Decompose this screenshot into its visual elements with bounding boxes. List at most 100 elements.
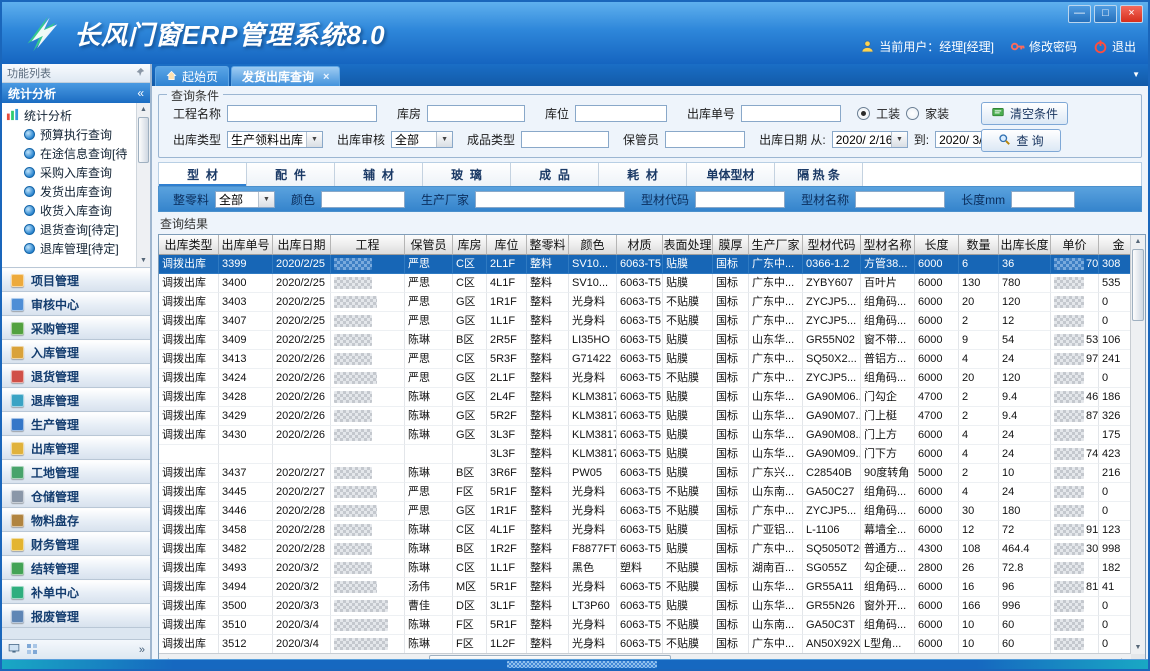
column-header[interactable]: 表面处理 bbox=[663, 235, 713, 255]
sidebar-item[interactable]: 退库管理 bbox=[2, 388, 150, 412]
length-input[interactable] bbox=[1011, 191, 1075, 208]
column-header[interactable]: 出库类型 bbox=[159, 235, 219, 255]
column-header[interactable]: 出库长度 bbox=[999, 235, 1051, 255]
column-header[interactable]: 型材名称 bbox=[861, 235, 915, 255]
sidebar-item[interactable]: 入库管理 bbox=[2, 340, 150, 364]
profile-name-input[interactable] bbox=[855, 191, 945, 208]
column-header[interactable]: 颜色 bbox=[569, 235, 617, 255]
order-no-input[interactable] bbox=[741, 105, 841, 122]
column-header[interactable]: 型材代码 bbox=[803, 235, 861, 255]
column-header[interactable]: 整零料 bbox=[527, 235, 569, 255]
table-row[interactable]: 调拨出库34002020/2/25华..原..严思C区4L1F整料SV10...… bbox=[159, 274, 1131, 293]
clear-conditions-button[interactable]: 清空条件 bbox=[981, 102, 1068, 125]
table-row[interactable]: 调拨出库34032020/2/25工..工程严思G区1R1F整料光身料6063-… bbox=[159, 293, 1131, 312]
sidebar-item[interactable]: 采购管理 bbox=[2, 316, 150, 340]
sidebar-item[interactable]: 项目管理 bbox=[2, 268, 150, 292]
material-tab[interactable]: 成 品 bbox=[511, 163, 599, 186]
column-header[interactable]: 保管员 bbox=[405, 235, 453, 255]
column-header[interactable]: 材质 bbox=[617, 235, 663, 255]
column-header[interactable]: 数量 bbox=[959, 235, 999, 255]
column-header[interactable]: 生产厂家 bbox=[749, 235, 803, 255]
table-row[interactable]: 调拨出库34582020/2/28华..原..陈琳C区4L1F整料光身料6063… bbox=[159, 521, 1131, 540]
table-row[interactable]: 调拨出库34462020/2/28工..工程严思G区1R1F整料光身料6063-… bbox=[159, 502, 1131, 521]
material-tab[interactable]: 玻 璃 bbox=[423, 163, 511, 186]
tree-item[interactable]: 预算执行查询 bbox=[6, 125, 136, 144]
audit-select[interactable]: 全部 ▼ bbox=[391, 131, 453, 148]
location-input[interactable] bbox=[575, 105, 667, 122]
tree-item[interactable]: 发货出库查询 bbox=[6, 182, 136, 201]
column-header[interactable]: 金 bbox=[1099, 235, 1131, 255]
profile-code-input[interactable] bbox=[695, 191, 785, 208]
sidebar-item[interactable]: 出库管理 bbox=[2, 436, 150, 460]
tree-item[interactable]: 采购入库查询 bbox=[6, 163, 136, 182]
table-row[interactable]: 调拨出库34132020/2/26南..厂..严思C区5R3F整料G714226… bbox=[159, 350, 1131, 369]
tab-close-icon[interactable]: × bbox=[323, 71, 329, 83]
tree-scroll-thumb[interactable] bbox=[138, 117, 149, 163]
radio-gongzhuang[interactable] bbox=[857, 107, 870, 120]
tree-item[interactable]: 在途信息查询[待 bbox=[6, 144, 136, 163]
product-type-input[interactable] bbox=[521, 131, 609, 148]
scroll-up-icon[interactable]: ▲ bbox=[137, 103, 150, 116]
sidebar-item[interactable]: 工地管理 bbox=[2, 460, 150, 484]
scroll-down-icon[interactable]: ▼ bbox=[1131, 641, 1145, 654]
tree-scrollbar[interactable]: ▲ ▼ bbox=[136, 103, 150, 267]
sidebar-item[interactable]: 生产管理 bbox=[2, 412, 150, 436]
close-button[interactable]: × bbox=[1120, 5, 1143, 23]
date-from-picker[interactable]: 2020/ 2/16 ▼ bbox=[832, 131, 908, 148]
scroll-down-icon[interactable]: ▼ bbox=[137, 254, 150, 267]
tree-root[interactable]: 统计分析 bbox=[6, 106, 136, 125]
search-button[interactable]: 查 询 bbox=[981, 129, 1061, 152]
column-header[interactable]: 工程 bbox=[331, 235, 405, 255]
minimize-button[interactable]: — bbox=[1068, 5, 1091, 23]
grid-vertical-scrollbar[interactable]: ▲ ▼ bbox=[1130, 235, 1145, 654]
table-row[interactable]: 调拨出库35102020/3/4工..共工程陈琳F区5R1F整料光身料6063-… bbox=[159, 616, 1131, 635]
column-header[interactable]: 单价 bbox=[1051, 235, 1099, 255]
column-header[interactable]: 长度 bbox=[915, 235, 959, 255]
sidebar-item[interactable]: 物料盘存 bbox=[2, 508, 150, 532]
vertical-scroll-thumb[interactable] bbox=[1132, 249, 1144, 321]
table-row[interactable]: 调拨出库34822020/2/28华..原..陈琳B区1R2F整料F8877FT… bbox=[159, 540, 1131, 559]
material-tab[interactable]: 耗 材 bbox=[599, 163, 687, 186]
maximize-button[interactable]: □ bbox=[1094, 5, 1117, 23]
color-input[interactable] bbox=[321, 191, 405, 208]
material-tab[interactable]: 隔 热 条 bbox=[775, 163, 863, 186]
keeper-input[interactable] bbox=[665, 131, 745, 148]
column-header[interactable]: 膜厚 bbox=[713, 235, 749, 255]
table-row[interactable]: 调拨出库34072020/2/25工..严思G区1L1F整料光身料6063-T5… bbox=[159, 312, 1131, 331]
table-row[interactable]: 调拨出库34372020/2/27佛..工..陈琳B区3R6F整料PW05606… bbox=[159, 464, 1131, 483]
pin-icon[interactable] bbox=[135, 67, 145, 80]
tree-item[interactable]: 退货查询[待定] bbox=[6, 220, 136, 239]
material-tab[interactable]: 型 材 bbox=[159, 163, 247, 186]
table-row[interactable]: 调拨出库34242020/2/26工..工程严思G区2L1F整料光身料6063-… bbox=[159, 369, 1131, 388]
table-row[interactable]: 调拨出库34942020/3/2石..辉城汤伟M区5R1F整料光身料6063-T… bbox=[159, 578, 1131, 597]
monitor-icon[interactable] bbox=[7, 642, 21, 658]
tree-item[interactable]: 退库管理[待定] bbox=[6, 239, 136, 258]
material-tab[interactable]: 单体型材 bbox=[687, 163, 775, 186]
project-name-input[interactable] bbox=[227, 105, 377, 122]
table-row[interactable]: 调拨出库35002020/3/3工..共工程曹佳D区3L1F整料LT3P6060… bbox=[159, 597, 1131, 616]
sidebar-item[interactable]: 仓储管理 bbox=[2, 484, 150, 508]
column-header[interactable]: 出库日期 bbox=[273, 235, 331, 255]
sidebar-item[interactable]: 财务管理 bbox=[2, 532, 150, 556]
tab-home[interactable]: 起始页 bbox=[155, 66, 229, 86]
grid-icon[interactable] bbox=[26, 643, 38, 658]
table-row[interactable]: 调拨出库33992020/2/25华..原..严思C区2L1F整料SV10...… bbox=[159, 255, 1131, 274]
tree-item[interactable]: 收货入库查询 bbox=[6, 201, 136, 220]
column-header[interactable]: 库位 bbox=[487, 235, 527, 255]
tab-shipment-query[interactable]: 发货出库查询 × bbox=[231, 66, 340, 86]
column-header[interactable]: 出库单号 bbox=[219, 235, 273, 255]
table-row[interactable]: 调拨出库34452020/2/27工..工程严思F区5R1F整料光身料6063-… bbox=[159, 483, 1131, 502]
table-row[interactable]: 调拨出库34302020/2/26石..城陈琳G区3L3F整料KLM381760… bbox=[159, 426, 1131, 445]
scroll-up-icon[interactable]: ▲ bbox=[1131, 235, 1145, 248]
material-tab[interactable]: 配 件 bbox=[247, 163, 335, 186]
sidebar-section-statistics[interactable]: 统计分析 « bbox=[2, 83, 150, 103]
table-row[interactable]: 调拨出库34092020/2/25长..阁..陈琳B区2R5F整料LI35HO6… bbox=[159, 331, 1131, 350]
material-tab[interactable]: 辅 材 bbox=[335, 163, 423, 186]
tab-list-caret-icon[interactable]: ▼ bbox=[1132, 70, 1140, 79]
collapse-icon[interactable]: « bbox=[137, 86, 144, 100]
logout-button[interactable]: 退出 bbox=[1093, 38, 1136, 55]
sidebar-item[interactable]: 报废管理 bbox=[2, 604, 150, 628]
sidebar-item[interactable]: 补单中心 bbox=[2, 580, 150, 604]
table-row[interactable]: 调拨出库35122020/3/4工..共工程陈琳F区1L2F整料光身料6063-… bbox=[159, 635, 1131, 654]
out-type-select[interactable]: 生产领料出库 ▼ bbox=[227, 131, 323, 148]
